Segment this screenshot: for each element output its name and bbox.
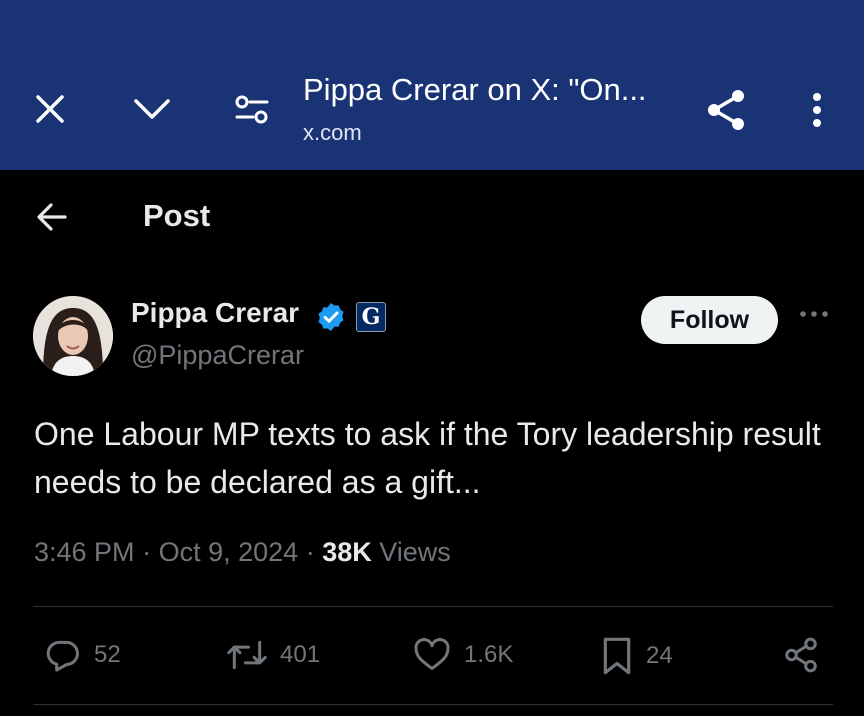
repost-button[interactable]: 401 <box>226 636 320 674</box>
heart-icon <box>414 638 450 670</box>
author-handle[interactable]: @PippaCrerar <box>131 340 304 371</box>
bookmark-icon <box>603 637 631 675</box>
avatar[interactable] <box>33 296 113 376</box>
browser-toolbar: Pippa Crerar on X: "On... x.com <box>0 0 864 170</box>
reply-icon <box>46 640 79 672</box>
like-count: 1.6K <box>464 641 514 668</box>
divider <box>33 704 833 705</box>
author-name[interactable]: Pippa Crerar <box>131 297 299 329</box>
post-text: One Labour MP texts to ask if the Tory l… <box>34 416 821 500</box>
chevron-down-icon[interactable] <box>132 96 172 127</box>
meta-separator: · <box>142 537 152 567</box>
share-post-button[interactable] <box>782 636 832 674</box>
site-settings-icon[interactable] <box>235 95 269 130</box>
back-arrow-icon[interactable] <box>36 200 68 239</box>
page-title-tab[interactable]: Pippa Crerar on X: "On... <box>303 72 647 108</box>
bookmark-button[interactable]: 24 <box>600 636 673 676</box>
views-label[interactable]: Views <box>379 537 451 567</box>
share-icon[interactable] <box>705 87 747 138</box>
share-post-icon <box>785 637 817 673</box>
overflow-menu-icon[interactable] <box>811 92 823 133</box>
follow-button[interactable]: Follow <box>641 296 778 344</box>
page-title: Post <box>143 198 211 233</box>
post-meta: 3:46 PM · Oct 9, 2024 · 38K Views <box>34 537 451 568</box>
bookmark-count: 24 <box>646 642 673 669</box>
repost-icon <box>227 640 267 670</box>
meta-separator: · <box>305 537 315 567</box>
divider <box>33 606 833 607</box>
close-icon[interactable] <box>34 93 66 130</box>
views-count[interactable]: 38K <box>322 537 372 567</box>
reply-count: 52 <box>94 641 121 668</box>
affiliate-badge[interactable]: G <box>356 302 386 332</box>
repost-count: 401 <box>280 641 321 668</box>
verified-badge-icon <box>315 301 347 338</box>
url-text[interactable]: x.com <box>303 120 362 146</box>
post-time[interactable]: 3:46 PM <box>34 537 135 567</box>
like-button[interactable]: 1.6K <box>412 636 513 674</box>
reply-button[interactable]: 52 <box>44 636 121 674</box>
more-options-icon[interactable] <box>799 306 829 324</box>
post-date[interactable]: Oct 9, 2024 <box>159 537 299 567</box>
